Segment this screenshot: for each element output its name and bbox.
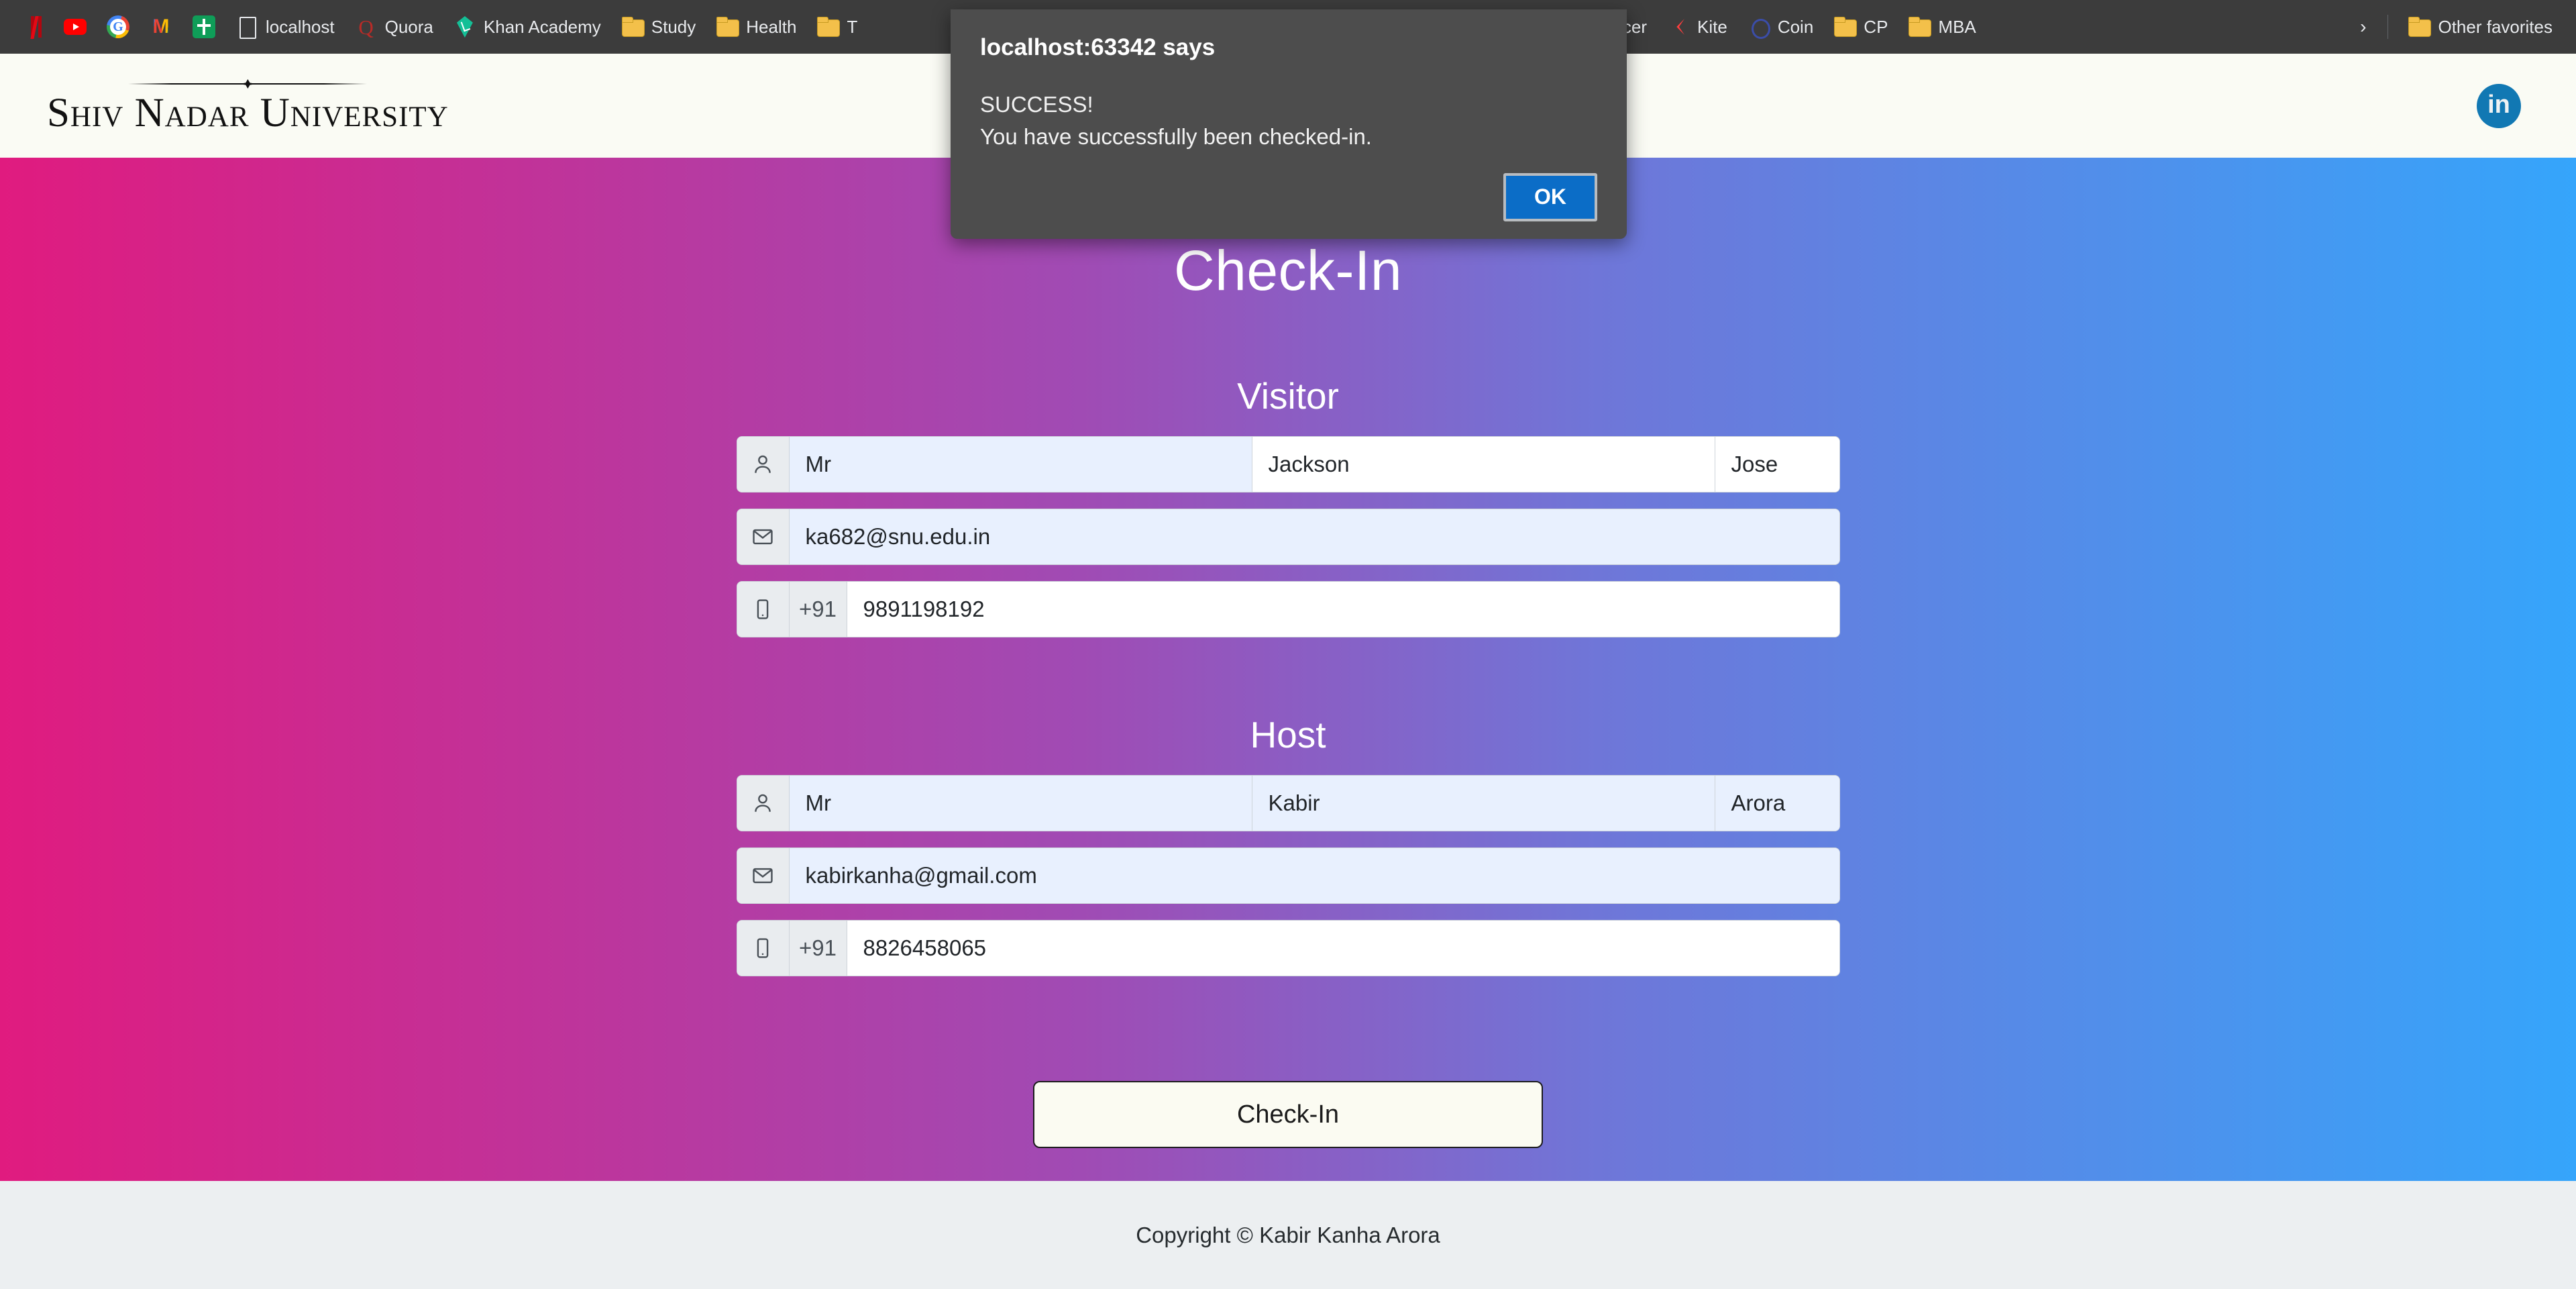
folder-icon (2408, 15, 2430, 38)
bookmarks-overflow-chevron-icon[interactable]: › (2349, 13, 2377, 40)
alert-message-line-2: You have successfully been checked-in. (980, 121, 1597, 153)
bookmark-mba[interactable]: MBA (1899, 11, 1984, 42)
youtube-icon (64, 15, 87, 38)
section-title-visitor: Visitor (1237, 378, 1339, 415)
visitor-name-row: Mr Jackson Jose (737, 436, 1840, 493)
page-title: Check-In (1174, 242, 1402, 299)
folder-icon (621, 15, 644, 38)
google-icon: G (107, 15, 129, 38)
bookmark-label: Coin (1778, 18, 1813, 36)
bookmark-sheets[interactable] (184, 11, 224, 42)
envelope-icon (737, 848, 790, 903)
kite-icon (1667, 15, 1690, 38)
bookmark-google[interactable]: G (98, 11, 138, 42)
host-phone-row: +91 8826458065 (737, 920, 1840, 976)
host-country-code: +91 (790, 921, 847, 976)
bookmark-label: localhost (266, 18, 335, 36)
host-title-select[interactable]: Mr (790, 776, 1252, 831)
folder-icon (816, 15, 839, 38)
person-icon (737, 776, 790, 831)
visitor-form: Mr Jackson Jose ka682@snu.edu.in (737, 415, 1840, 637)
bookmark-label: Kite (1697, 18, 1727, 36)
bookmark-health[interactable]: Health (707, 11, 805, 42)
university-logo[interactable]: Shiv Nadar University (47, 78, 449, 134)
bookmark-t[interactable]: T (808, 11, 866, 42)
alert-actions: OK (980, 153, 1597, 221)
bookmark-localhost[interactable]: localhost (227, 11, 343, 42)
document-icon (235, 15, 258, 38)
visitor-country-code: +91 (790, 582, 847, 637)
netflix-icon (21, 15, 44, 38)
bookmark-cp[interactable]: CP (1825, 11, 1896, 42)
visitor-last-name-input[interactable]: Jose (1715, 437, 1839, 492)
bookmark-label: Khan Academy (484, 18, 601, 36)
alert-ok-button[interactable]: OK (1503, 173, 1597, 221)
bookmark-other-favorites[interactable]: Other favorites (2399, 11, 2561, 42)
mobile-icon (737, 582, 790, 637)
bookmark-label: MBA (1938, 18, 1976, 36)
alert-message-line-1: SUCCESS! (980, 89, 1597, 121)
check-in-submit-button[interactable]: Check-In (1033, 1081, 1543, 1148)
person-icon (737, 437, 790, 492)
host-form: Mr Kabir Arora kabirkanha@gmail.com (737, 754, 1840, 976)
host-name-row: Mr Kabir Arora (737, 775, 1840, 831)
folder-icon (1908, 15, 1931, 38)
folder-icon (1833, 15, 1856, 38)
bookmark-youtube[interactable] (55, 11, 95, 42)
bookmark-kite[interactable]: Kite (1658, 11, 1736, 42)
host-email-row: kabirkanha@gmail.com (737, 847, 1840, 904)
logo-text: Shiv Nadar University (47, 93, 449, 134)
visitor-email-row: ka682@snu.edu.in (737, 509, 1840, 565)
envelope-icon (737, 509, 790, 564)
host-first-name-input[interactable]: Kabir (1252, 776, 1715, 831)
bookmark-study[interactable]: Study (612, 11, 705, 42)
mobile-icon (737, 921, 790, 976)
logo-ornament-icon (93, 78, 402, 90)
app-screen: G localhost Q Quora Khan Academy Study H… (0, 0, 2576, 1289)
visitor-phone-input[interactable]: 9891198192 (847, 582, 1839, 637)
visitor-first-name-input[interactable]: Jackson (1252, 437, 1715, 492)
bookmark-gmail[interactable] (141, 11, 181, 42)
bookmark-khan-academy[interactable]: Khan Academy (445, 11, 610, 42)
site-footer: Copyright © Kabir Kanha Arora (0, 1181, 2576, 1289)
linkedin-icon[interactable]: in (2477, 84, 2521, 128)
section-title-host: Host (1250, 717, 1326, 754)
host-email-input[interactable]: kabirkanha@gmail.com (790, 848, 1839, 903)
bookmark-label: CP (1864, 18, 1888, 36)
visitor-title-select[interactable]: Mr (790, 437, 1252, 492)
main-content: Check-In Visitor Mr Jackson Jose (0, 158, 2576, 1181)
bookmark-label: Study (651, 18, 696, 36)
visitor-phone-row: +91 9891198192 (737, 581, 1840, 637)
quora-icon: Q (355, 15, 378, 38)
khan-academy-icon (453, 15, 476, 38)
coin-icon (1748, 15, 1770, 38)
bookmark-quora[interactable]: Q Quora (346, 11, 442, 42)
copyright-text: Copyright © Kabir Kanha Arora (1136, 1223, 1440, 1248)
bookmark-label: Other favorites (2438, 18, 2553, 36)
bookmarks-divider (2387, 15, 2388, 39)
bookmark-label: Quora (385, 18, 433, 36)
bookmark-netflix[interactable] (12, 11, 52, 42)
host-phone-input[interactable]: 8826458065 (847, 921, 1839, 976)
visitor-email-input[interactable]: ka682@snu.edu.in (790, 509, 1839, 564)
gmail-icon (150, 15, 172, 38)
browser-alert-dialog: localhost:63342 says SUCCESS! You have s… (951, 9, 1627, 239)
bookmark-label: T (847, 18, 857, 36)
bookmark-label: Health (746, 18, 796, 36)
sheets-icon (193, 15, 215, 38)
folder-icon (716, 15, 739, 38)
host-last-name-input[interactable]: Arora (1715, 776, 1839, 831)
bookmark-coin[interactable]: Coin (1739, 11, 1822, 42)
alert-title: localhost:63342 says (980, 34, 1597, 62)
